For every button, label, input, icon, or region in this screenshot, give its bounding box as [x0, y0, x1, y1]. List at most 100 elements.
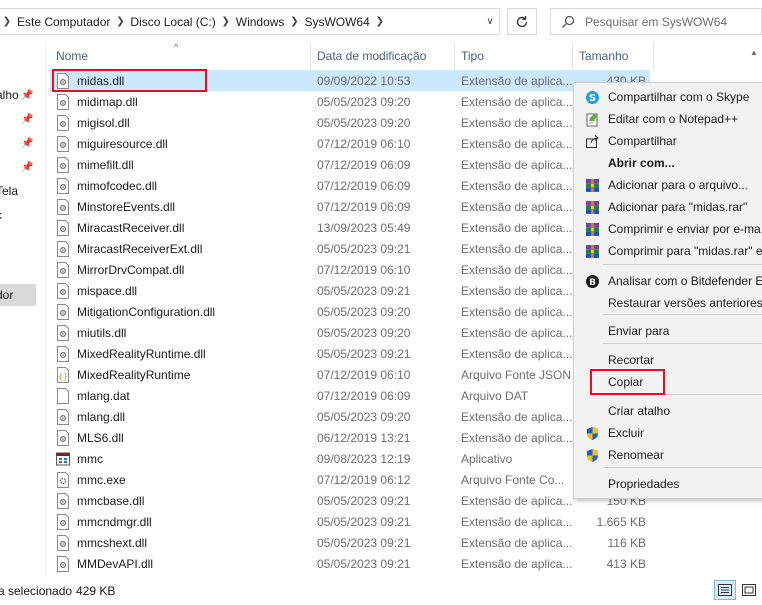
file-row[interactable]: {} MixedRealityRuntime 07/12/2019 06:10 Arq… — [50, 364, 650, 385]
file-name: MixedRealityRuntime — [77, 367, 191, 382]
file-row[interactable]: MinstoreEvents.dll 07/12/2019 06:09 Extens… — [50, 196, 650, 217]
file-row[interactable]: mlang.dat 07/12/2019 06:09 Arquivo DAT — [50, 385, 650, 406]
file-type: Extensão de aplica... — [461, 535, 573, 550]
file-size: 116 KB — [607, 535, 646, 550]
chevron-right-icon[interactable]: ❯ — [218, 16, 234, 27]
chevron-right-icon[interactable]: ❯ — [112, 16, 128, 27]
file-row[interactable]: mmcndmgr.dll 05/05/2023 09:21 Extensão de … — [50, 511, 650, 532]
context-menu-item[interactable]: Adicionar para o arquivo... — [574, 174, 762, 196]
sort-ascending-icon: ^ — [174, 42, 179, 52]
dll-icon — [57, 492, 69, 509]
context-menu-item[interactable]: Adicionar para "midas.rar" — [574, 196, 762, 218]
file-row[interactable]: mimefilt.dll 07/12/2019 06:09 Extensão de … — [50, 154, 650, 175]
context-menu-item[interactable]: Excluir — [574, 422, 762, 444]
file-row[interactable]: MiracastReceiverExt.dll 05/05/2023 09:21 E… — [50, 238, 650, 259]
file-row[interactable]: mmcbase.dll 05/05/2023 09:21 Extensão de a… — [50, 490, 650, 511]
file-name-cell: miguiresource.dll — [56, 133, 311, 154]
file-row[interactable]: MMDevAPI.dll 05/05/2023 09:21 Extensão de … — [50, 553, 650, 574]
dll-icon — [57, 324, 69, 341]
context-menu-item[interactable]: Criar atalho — [574, 400, 762, 422]
file-name: MiracastReceiver.dll — [77, 220, 185, 235]
file-name: miguiresource.dll — [77, 136, 168, 151]
file-row[interactable]: miguiresource.dll 07/12/2019 06:10 Extensã… — [50, 133, 650, 154]
context-menu-item-label: Editar com o Notepad++ — [608, 112, 739, 126]
file-row[interactable]: MirrorDrvCompat.dll 07/12/2019 06:10 Exten… — [50, 259, 650, 280]
nav-item[interactable]: Tela — [0, 180, 36, 202]
file-date: 07/12/2019 06:12 — [317, 472, 411, 487]
file-date: 06/12/2019 13:21 — [317, 430, 411, 445]
file-date: 05/05/2023 09:21 — [317, 241, 411, 256]
file-row[interactable]: mmcshext.dll 05/05/2023 09:21 Extensão de … — [50, 532, 650, 553]
file-date: 05/05/2023 09:20 — [317, 409, 411, 424]
column-header-label: Nome — [56, 49, 89, 63]
notepadpp-icon — [584, 111, 600, 127]
nav-item[interactable]: 📌 — [0, 132, 36, 154]
column-header-type[interactable]: Tipo — [455, 42, 573, 70]
search-input[interactable]: Pesquisar em SysWOW64 — [550, 8, 762, 35]
file-row[interactable]: mlang.dll 05/05/2023 09:20 Extensão de apl… — [50, 406, 650, 427]
breadcrumb-item[interactable]: SysWOW64 — [302, 9, 371, 34]
context-menu-item[interactable]: Comprimir e enviar por e-ma — [574, 218, 762, 240]
column-header-size[interactable]: Tamanho — [573, 42, 654, 70]
address-bar[interactable]: ❯ Este Computador ❯ Disco Local (C:) ❯ W… — [0, 8, 500, 35]
context-menu-item[interactable]: Propriedades — [574, 473, 762, 495]
file-row[interactable]: mispace.dll 05/05/2023 09:21 Extensão de a… — [50, 280, 650, 301]
nav-item[interactable]: 📌 — [0, 156, 36, 178]
context-menu-item[interactable]: S Compartilhar com o Skype — [574, 86, 762, 108]
large-icons-view-button[interactable] — [738, 580, 760, 600]
breadcrumb-item[interactable]: Disco Local (C:) — [128, 9, 217, 34]
context-menu-item-label: Excluir — [608, 426, 645, 440]
breadcrumb-item[interactable]: Este Computador — [15, 9, 112, 34]
file-row[interactable]: midimap.dll 05/05/2023 09:20 Extensão de a… — [50, 91, 650, 112]
nav-pane-divider[interactable] — [36, 42, 46, 577]
context-menu-item[interactable]: Compartilhar — [574, 130, 762, 152]
column-header-label: Data de modificação — [317, 49, 427, 63]
file-date: 09/08/2023 12:19 — [317, 451, 411, 466]
scroll-up-icon[interactable]: ▲ — [750, 48, 758, 57]
file-row[interactable]: MixedRealityRuntime.dll 05/05/2023 09:21 E… — [50, 343, 650, 364]
details-view-button[interactable] — [714, 580, 736, 600]
chevron-right-icon[interactable]: ❯ — [286, 16, 302, 27]
winrar-icon — [584, 177, 600, 193]
nav-item[interactable]: c — [0, 204, 36, 226]
pin-icon: 📌 — [21, 113, 34, 125]
file-row[interactable]: miutils.dll 05/05/2023 09:20 Extensão de a… — [50, 322, 650, 343]
highlight-box — [52, 69, 207, 92]
refresh-button[interactable] — [507, 8, 537, 35]
file-row[interactable]: MitigationConfiguration.dll 05/05/2023 09… — [50, 301, 650, 322]
search-placeholder: Pesquisar em SysWOW64 — [585, 14, 728, 29]
file-row[interactable]: MiracastReceiver.dll 13/09/2023 05:49 Exte… — [50, 217, 650, 238]
file-row[interactable]: mmc.exe 07/12/2019 06:12 Arquivo Fonte Co.… — [50, 469, 650, 490]
file-row[interactable]: mmc 09/08/2023 12:19 Aplicativo — [50, 448, 650, 469]
column-header-name[interactable]: Nome — [50, 42, 311, 70]
bitdefender-icon: B — [584, 273, 600, 289]
file-date: 07/12/2019 06:10 — [317, 136, 411, 151]
nav-item-this-pc[interactable]: dor — [0, 284, 36, 306]
column-header-date[interactable]: Data de modificação — [311, 42, 455, 70]
context-menu-item[interactable]: Comprimir para "midas.rar" e — [574, 240, 762, 262]
nav-item[interactable]: 📌 — [0, 108, 36, 130]
file-type: Extensão de aplica... — [461, 136, 573, 151]
context-menu-item[interactable]: Enviar para — [574, 320, 762, 342]
address-dropdown-button[interactable]: ∨ — [478, 8, 502, 35]
file-row[interactable]: migisol.dll 05/05/2023 09:20 Extensão de a… — [50, 112, 650, 133]
context-menu-item[interactable]: Abrir com... — [574, 152, 762, 174]
file-name-cell: mispace.dll — [56, 280, 311, 301]
breadcrumb-root-chevron[interactable]: ❯ — [0, 9, 15, 34]
context-menu-item[interactable]: Editar com o Notepad++ — [574, 108, 762, 130]
file-name-cell: miutils.dll — [56, 322, 311, 343]
file-date: 09/09/2022 10:53 — [317, 73, 411, 88]
file-date: 05/05/2023 09:20 — [317, 94, 411, 109]
file-row[interactable]: MLS6.dll 06/12/2019 13:21 Extensão de apli… — [50, 427, 650, 448]
context-menu-item[interactable]: B Analisar com o Bitdefender En — [574, 270, 762, 292]
context-menu: S Compartilhar com o Skype Editar com o No… — [573, 82, 762, 499]
context-menu-item-label: Abrir com... — [608, 156, 675, 170]
context-menu-item[interactable]: Renomear — [574, 444, 762, 466]
breadcrumb-item[interactable]: Windows — [234, 9, 287, 34]
file-type: Extensão de aplica... — [461, 325, 573, 340]
chevron-right-icon[interactable]: ❯ — [372, 16, 388, 27]
file-row[interactable]: mimofcodec.dll 07/12/2019 06:09 Extensão d… — [50, 175, 650, 196]
context-menu-item[interactable]: Restaurar versões anteriores — [574, 292, 762, 314]
context-menu-item[interactable]: Recortar — [574, 349, 762, 371]
nav-item[interactable]: alho📌 — [0, 84, 36, 106]
